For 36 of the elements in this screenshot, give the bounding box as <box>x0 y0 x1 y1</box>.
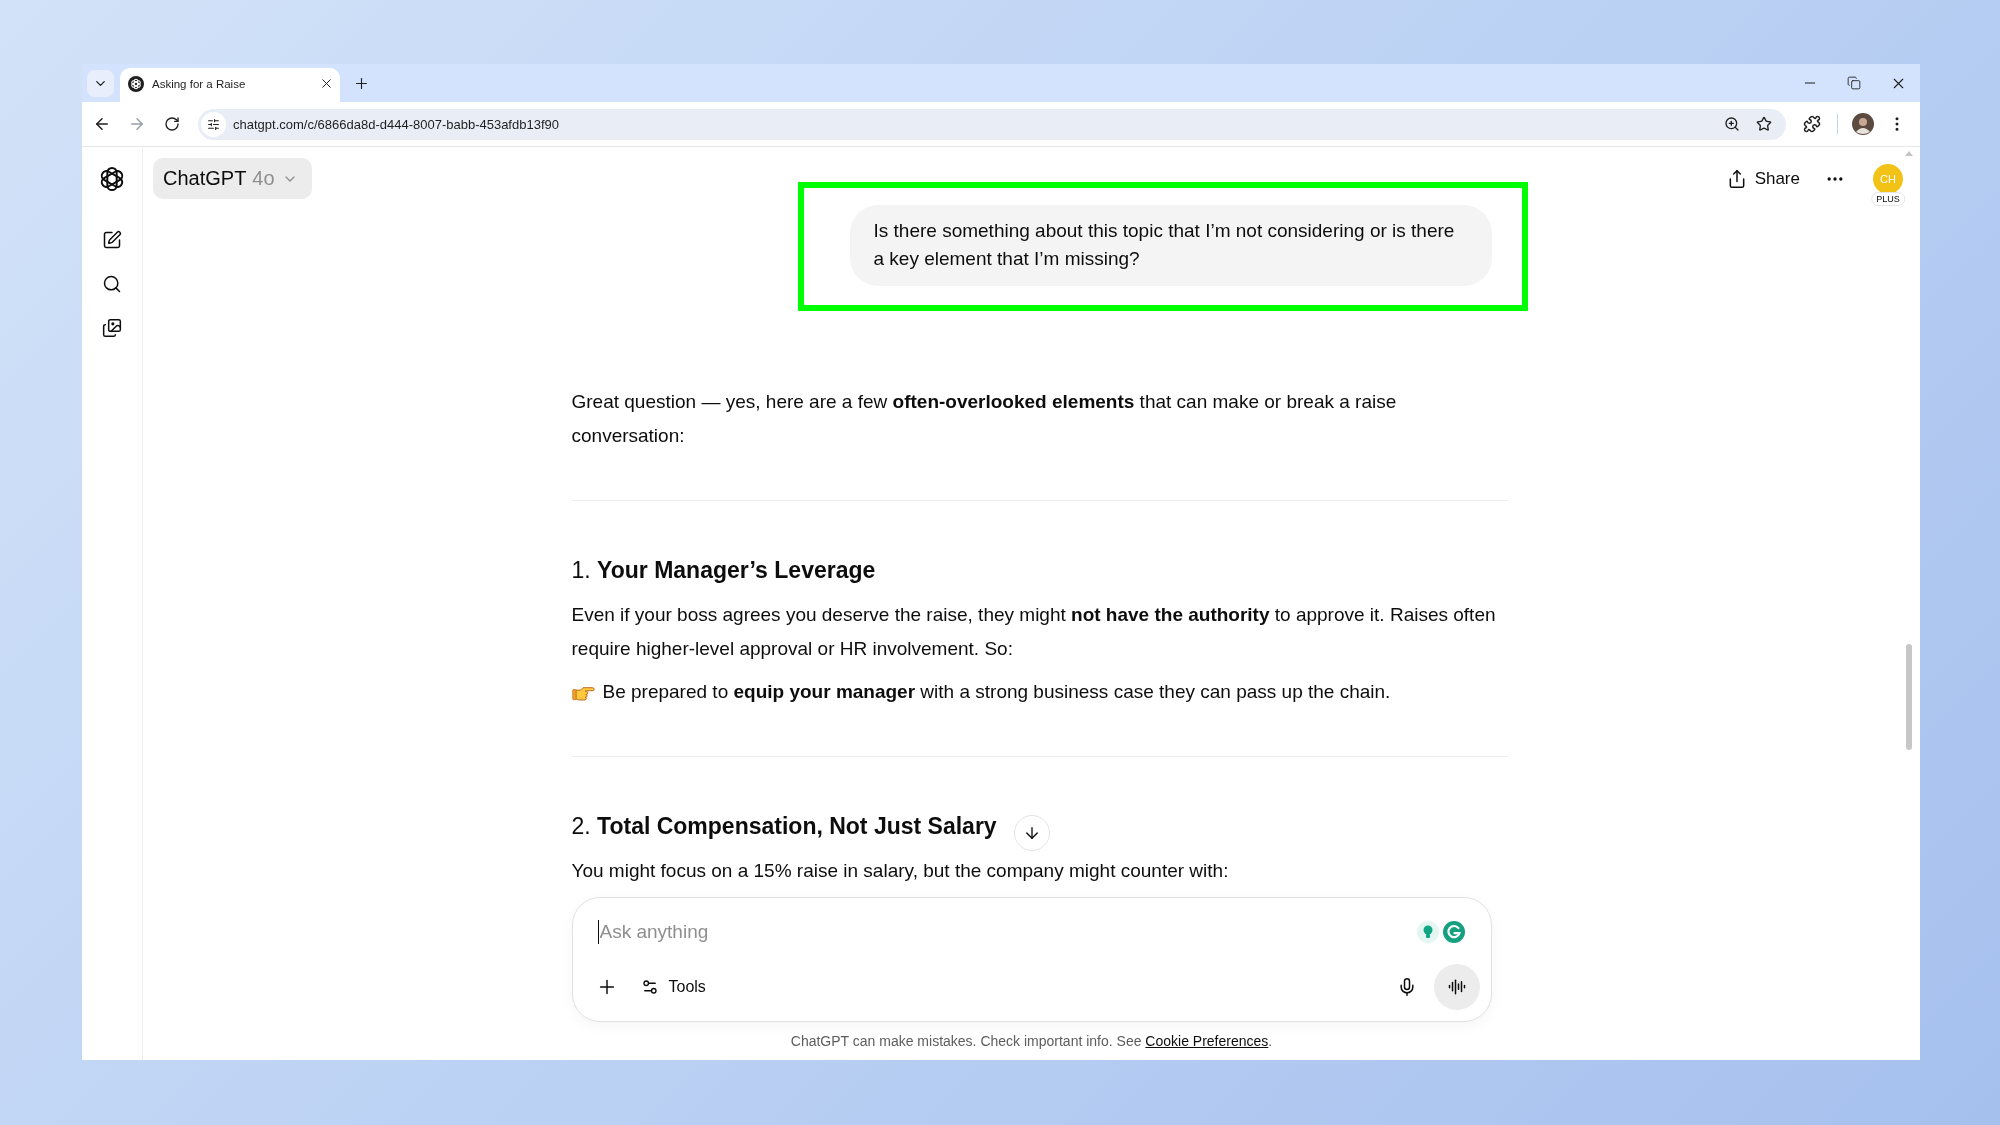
pencil-square-icon[interactable] <box>102 230 122 250</box>
share-button[interactable]: Share <box>1716 158 1810 200</box>
plan-badge: PLUS <box>1871 192 1905 206</box>
close-icon[interactable] <box>319 76 334 91</box>
images-icon[interactable] <box>102 318 122 338</box>
restore-icon[interactable] <box>1847 76 1861 90</box>
knot-logo-icon <box>128 75 144 92</box>
site-settings-icon[interactable] <box>201 111 226 137</box>
knot-logo-icon[interactable] <box>98 165 126 193</box>
reply-paragraph: Be prepared to equip your manager with a strong business case they can pass up the chain. <box>602 680 1391 704</box>
reply-paragraph: You might focus on a 15% raise in salary, but the company might counter with: <box>571 859 1229 883</box>
star-icon[interactable] <box>1756 116 1772 132</box>
disclaimer-text: ChatGPT can make mistakes. Check important info. See Cookie Preferences. <box>790 1032 1273 1051</box>
profile-avatar-icon[interactable] <box>1852 113 1874 135</box>
address-bar[interactable]: chatgpt.com/c/6866da8d-d444-8007-babb-453afdb13f90 <box>198 108 1786 140</box>
reload-icon[interactable] <box>164 116 180 132</box>
zoom-icon[interactable] <box>1724 116 1740 132</box>
sliders-icon <box>640 978 659 996</box>
section-heading: 1. Your Manager’s Leverage <box>571 556 876 585</box>
section-heading: 2. Total Compensation, Not Just Salary <box>571 812 997 841</box>
scrollbar-thumb[interactable] <box>1906 644 1912 750</box>
scroll-down-button[interactable] <box>1013 815 1050 851</box>
reply-paragraph: Even if your boss agrees you deserve the raise, they might not have the authority to approve it. Raises often require higher-level approval or HR involvement. So: <box>571 603 1497 661</box>
text-cursor <box>597 920 599 944</box>
reply-paragraph: Great question — yes, here are a few often-overlooked elements that can make or break a raise conversation: <box>571 390 1398 448</box>
message-input[interactable]: Ask anything <box>598 915 1417 949</box>
voice-mode-button[interactable] <box>1433 964 1480 1010</box>
lightbulb-icon[interactable] <box>1416 921 1439 943</box>
search-icon[interactable] <box>102 274 122 294</box>
browser-tab[interactable]: Asking for a Raise <box>120 68 340 102</box>
forward-arrow-icon[interactable] <box>128 115 146 133</box>
puzzle-icon[interactable] <box>1803 115 1821 133</box>
waveform-icon <box>1447 978 1466 996</box>
model-selector[interactable]: ChatGPT 4o <box>153 158 312 199</box>
circle-logo-icon[interactable] <box>1442 921 1465 943</box>
tools-button[interactable]: Tools <box>630 969 716 1005</box>
